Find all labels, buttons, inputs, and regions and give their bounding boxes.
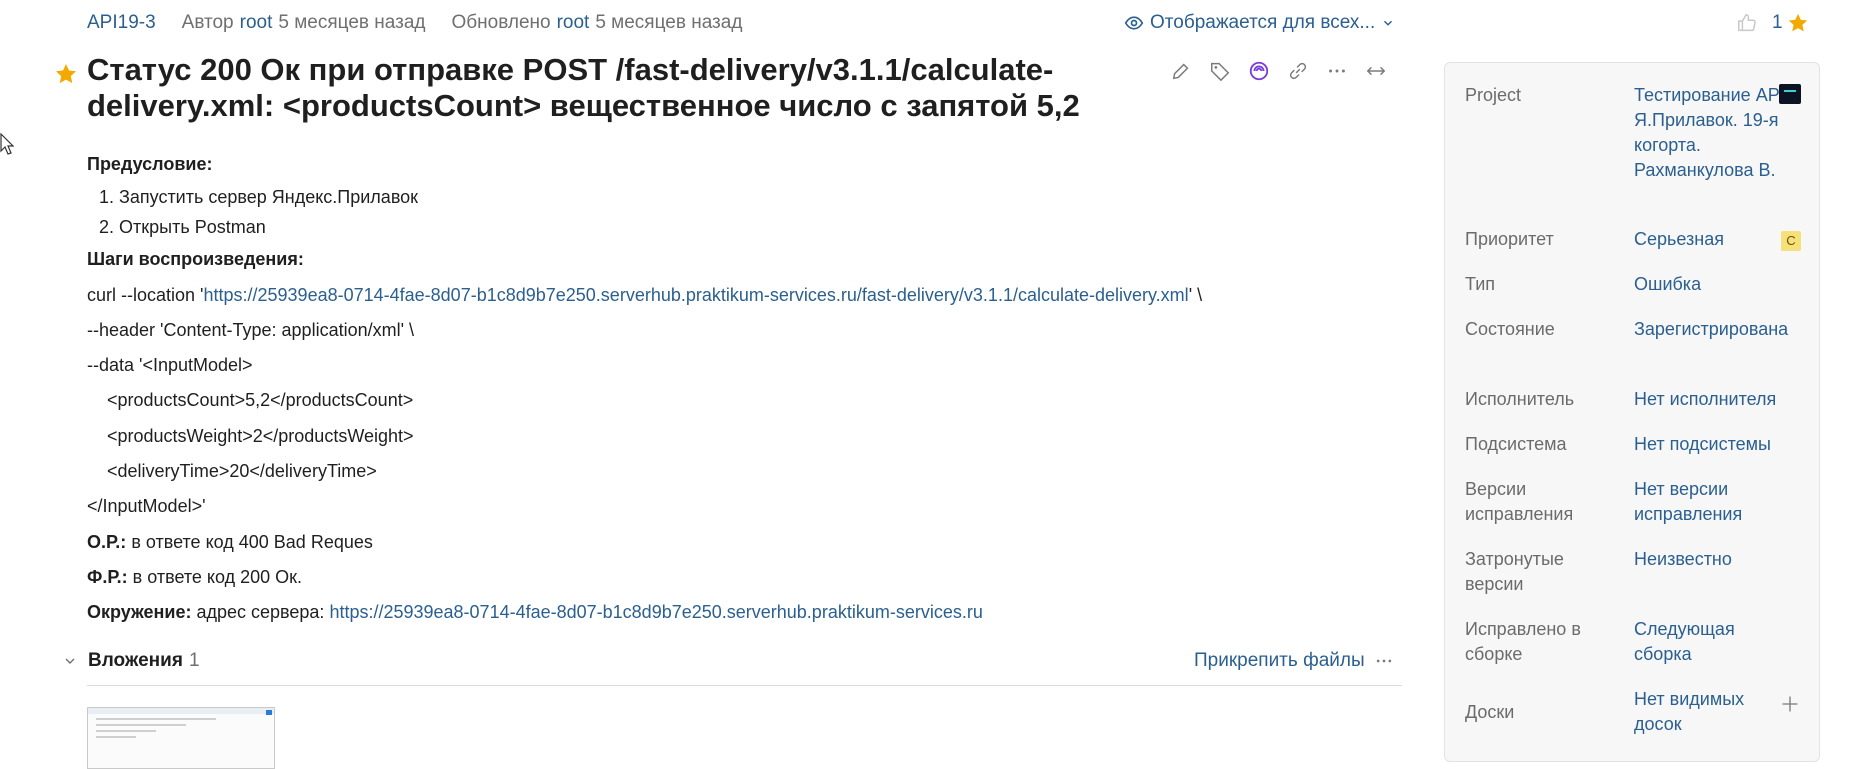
field-label: Затронутые версии <box>1465 549 1564 594</box>
field-value[interactable]: Неизвестно <box>1634 547 1794 572</box>
author-label: Автор <box>181 12 234 33</box>
issue-title[interactable]: Статус 200 Ок при отправке POST /fast-de… <box>87 52 1147 124</box>
issue-description: Предусловие: 1. Запустить сервер Яндекс.… <box>87 147 1407 631</box>
votes: 1 <box>1736 12 1809 34</box>
chevron-down-icon <box>1384 20 1393 26</box>
curl-line: curl --location 'https://25939ea8-0714-4… <box>87 278 1407 313</box>
star-count-value: 1 <box>1772 12 1783 33</box>
field-value[interactable]: Серьезная <box>1634 227 1794 252</box>
env-label: Окружение: <box>87 602 192 623</box>
visibility-label: Отображается для всех... <box>1150 12 1376 33</box>
close-line: </InputModel>' <box>87 496 206 517</box>
tag-icon[interactable] <box>1209 60 1231 82</box>
expected-text: в ответе код 400 Bad Reques <box>126 531 373 552</box>
priority-badge: С <box>1781 231 1801 251</box>
field-value[interactable]: Ошибка <box>1634 272 1794 297</box>
field-value[interactable]: Нет видимых досок <box>1634 687 1794 737</box>
more-icon[interactable] <box>1326 60 1348 82</box>
field-label: Доски <box>1465 702 1515 722</box>
steps-label: Шаги воспроизведения: <box>87 249 304 270</box>
visibility-dropdown[interactable]: Отображается для всех... <box>1124 12 1395 34</box>
curl-prefix: curl --location ' <box>87 284 204 305</box>
updater-link[interactable]: root <box>557 12 590 34</box>
more-icon[interactable] <box>1374 651 1394 671</box>
chevron-down-icon[interactable] <box>62 653 78 669</box>
field-value[interactable]: Нет версии исправления <box>1634 477 1794 527</box>
mouse-cursor-icon <box>0 133 14 155</box>
attach-files-button[interactable]: Прикрепить файлы <box>1194 650 1365 672</box>
field-value[interactable]: Следующая сборка <box>1634 617 1794 667</box>
field-value[interactable]: Нет подсистемы <box>1634 432 1794 457</box>
created-time: 5 месяцев назад <box>278 12 426 33</box>
attachments-title[interactable]: Вложения <box>88 650 183 672</box>
updated-time: 5 месяцев назад <box>595 12 743 33</box>
env-text: адрес сервера: <box>191 602 330 623</box>
header-line: --header 'Content-Type: application/xml'… <box>87 319 415 340</box>
precondition-item: 2. Открыть Postman <box>99 217 266 238</box>
issue-toolbar <box>1170 60 1387 82</box>
plus-icon[interactable] <box>1780 694 1800 714</box>
attachments-count: 1 <box>188 650 200 671</box>
divider <box>87 685 1402 686</box>
field-value[interactable]: Нет исполнителя <box>1634 387 1794 412</box>
actual-result: Ф.Р.: в ответе код 200 Ок. <box>87 560 1407 595</box>
star-icon <box>1788 13 1807 32</box>
expected-label: О.Р.: <box>87 531 127 552</box>
issue-meta: API19-3 Автор root 5 месяцев назад Обнов… <box>87 12 742 34</box>
field-label: Исправлено в сборке <box>1465 619 1581 664</box>
field-value[interactable]: Зарегистрирована <box>1634 317 1794 342</box>
attachment-thumbnail[interactable] <box>87 707 275 769</box>
field-label: Подсистема <box>1465 434 1567 454</box>
xml-line: <productsCount>5,2</productsCount> <box>107 390 414 411</box>
xml-line: <deliveryTime>20</deliveryTime> <box>107 461 377 482</box>
updated-label: Обновлено <box>451 12 551 33</box>
field-label: Исполнитель <box>1465 389 1575 409</box>
env-url-link[interactable]: https://25939ea8-0714-4fae-8d07-b1c8d9b7… <box>329 602 982 622</box>
thumbs-up-icon[interactable] <box>1736 12 1758 34</box>
star-count[interactable]: 1 <box>1772 12 1809 34</box>
link-icon[interactable] <box>1287 60 1309 82</box>
field-value[interactable]: Тестирование API Я.Прилавок. 19-я когорт… <box>1634 83 1794 183</box>
eye-icon <box>1124 16 1144 30</box>
data-line: --data '<InputModel> <box>87 355 253 376</box>
xml-line: <productsWeight>2</productsWeight> <box>107 425 414 446</box>
issue-fields-panel: Project Тестирование API Я.Прилавок. 19-… <box>1444 62 1820 762</box>
ai-assistant-icon[interactable] <box>1248 60 1270 82</box>
actual-label: Ф.Р.: <box>87 566 128 587</box>
curl-url-link[interactable]: https://25939ea8-0714-4fae-8d07-b1c8d9b7… <box>203 285 1188 305</box>
project-icon <box>1779 84 1801 104</box>
expand-icon[interactable] <box>1365 60 1387 82</box>
favorite-star-icon[interactable] <box>54 62 78 86</box>
precondition-label: Предусловие: <box>87 154 213 174</box>
field-label: Версии исправления <box>1465 479 1574 524</box>
author-link[interactable]: root <box>240 12 273 34</box>
pencil-icon[interactable] <box>1170 60 1192 82</box>
curl-suffix: ' \ <box>1188 284 1203 305</box>
precondition-item: 1. Запустить сервер Яндекс.Прилавок <box>99 187 419 208</box>
expected-result: О.Р.: в ответе код 400 Bad Reques <box>87 525 1407 560</box>
actual-text: в ответе код 200 Ок. <box>127 566 303 587</box>
field-label: Project <box>1465 85 1522 105</box>
field-label: Приоритет <box>1465 229 1554 249</box>
issue-id-link[interactable]: API19-3 <box>87 12 156 34</box>
attachments-header: Вложения 1 Прикрепить файлы <box>62 646 1402 676</box>
environment: Окружение: адрес сервера: https://25939e… <box>87 595 1407 630</box>
field-label: Тип <box>1465 274 1496 294</box>
field-label: Состояние <box>1465 319 1555 339</box>
